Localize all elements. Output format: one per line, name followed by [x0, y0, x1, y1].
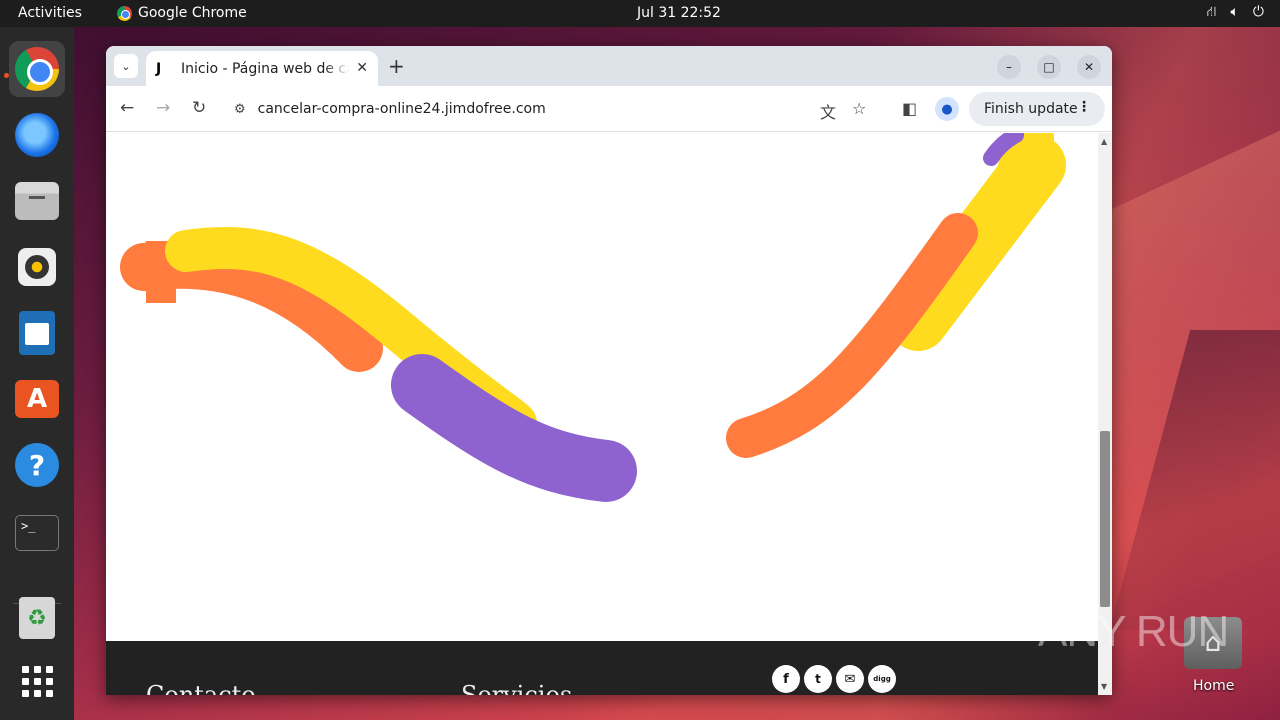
page-footer: Contacto Servicios f t ✉ digg — [106, 641, 1098, 695]
decorative-artwork — [120, 133, 1066, 502]
chrome-window: ⌄ J Inicio - Página web de cancelar-comp… — [106, 46, 1112, 695]
reload-button[interactable]: ↻ — [192, 98, 206, 118]
footer-contacto-heading: Contacto — [146, 681, 256, 695]
writer-icon — [19, 311, 55, 355]
footer-servicios-heading: Servicios — [461, 681, 573, 695]
chrome-icon — [15, 47, 59, 91]
finish-update-label: Finish update — [984, 101, 1078, 117]
scrollbar-thumb[interactable] — [1100, 431, 1110, 607]
profile-avatar[interactable]: ● — [935, 97, 959, 121]
dock-trash[interactable]: ♻ — [9, 590, 65, 646]
close-icon: ✕ — [1083, 60, 1095, 74]
tab-search-button[interactable]: ⌄ — [114, 54, 138, 78]
minimize-button[interactable]: – — [997, 55, 1021, 79]
dock-files[interactable] — [9, 173, 65, 229]
dock-thunderbird[interactable] — [9, 107, 65, 163]
app-menu[interactable]: Google Chrome — [117, 5, 247, 21]
app-grid-icon — [21, 665, 53, 697]
bookmark-star-icon[interactable]: ☆ — [852, 99, 866, 118]
chevron-down-icon: ⌄ — [121, 59, 131, 73]
url-text: cancelar-compra-online24.jimdofree.com — [257, 101, 546, 117]
maximize-icon: □ — [1043, 60, 1055, 74]
scroll-down-icon[interactable]: ▼ — [1101, 682, 1107, 691]
system-tray[interactable]: ⛙ 🔈︎ ⏻ — [1207, 4, 1264, 22]
power-icon: ⏻ — [1252, 4, 1264, 20]
more-menu-icon: ⋮ — [1077, 99, 1091, 115]
site-info-icon[interactable]: ⚙ — [234, 102, 246, 117]
forward-button[interactable]: → — [156, 98, 170, 118]
chrome-icon — [117, 5, 132, 21]
digg-icon[interactable]: digg — [868, 665, 896, 693]
rhythmbox-icon — [18, 248, 56, 286]
dock-chrome[interactable] — [9, 41, 65, 97]
home-folder-label: Home — [1193, 678, 1235, 694]
terminal-icon: >_ — [15, 515, 59, 551]
twitter-icon[interactable]: t — [804, 665, 832, 693]
activities-button[interactable]: Activities — [18, 5, 82, 21]
dock-terminal[interactable]: >_ — [9, 505, 65, 561]
address-bar[interactable]: ⚙ cancelar-compra-online24.jimdofree.com — [224, 92, 884, 126]
close-window-button[interactable]: ✕ — [1077, 55, 1101, 79]
finish-update-button[interactable]: Finish update ⋮ — [969, 92, 1105, 126]
facebook-icon[interactable]: f — [772, 665, 800, 693]
minimize-icon: – — [1006, 60, 1012, 74]
maximize-button[interactable]: □ — [1037, 55, 1061, 79]
dock-app-center[interactable]: A — [9, 371, 65, 427]
thunderbird-icon — [15, 113, 59, 157]
network-icon: ⛙ — [1206, 4, 1217, 20]
app-center-icon: A — [15, 380, 59, 418]
back-button[interactable]: ← — [120, 98, 134, 118]
web-page: Contacto Servicios f t ✉ digg — [106, 133, 1098, 695]
close-tab-icon[interactable]: ✕ — [356, 60, 368, 76]
side-panel-icon[interactable]: ◧ — [902, 99, 917, 118]
jimdo-favicon-icon: J — [156, 60, 162, 77]
scroll-up-icon[interactable]: ▲ — [1101, 137, 1107, 146]
top-bar: Activities Google Chrome Jul 31 22:52 ⛙ … — [0, 0, 1280, 27]
dock: A ? >_ ♻ — [0, 27, 74, 720]
dock-writer[interactable] — [9, 305, 65, 361]
app-menu-label: Google Chrome — [138, 5, 247, 21]
dock-help[interactable]: ? — [9, 437, 65, 493]
anyrun-watermark: ANY RUN — [1038, 607, 1229, 656]
clock[interactable]: Jul 31 22:52 — [637, 5, 721, 21]
new-tab-button[interactable]: + — [388, 54, 405, 78]
help-icon: ? — [15, 443, 59, 487]
dock-show-apps[interactable] — [9, 653, 65, 709]
tab-active[interactable]: J Inicio - Página web de cancelar-compra… — [146, 51, 378, 86]
volume-icon: 🔈︎ — [1230, 4, 1239, 20]
dock-rhythmbox[interactable] — [9, 239, 65, 295]
email-icon[interactable]: ✉ — [836, 665, 864, 693]
tab-strip: ⌄ J Inicio - Página web de cancelar-comp… — [106, 46, 1112, 86]
files-icon — [15, 182, 59, 220]
browser-toolbar: ← → ↻ ⚙ cancelar-compra-online24.jimdofr… — [106, 86, 1112, 132]
trash-icon: ♻ — [19, 597, 55, 639]
translate-icon[interactable]: 文 — [820, 99, 836, 123]
tab-title: Inicio - Página web de cancelar-compra-o… — [181, 60, 349, 77]
person-icon: ● — [941, 101, 953, 117]
